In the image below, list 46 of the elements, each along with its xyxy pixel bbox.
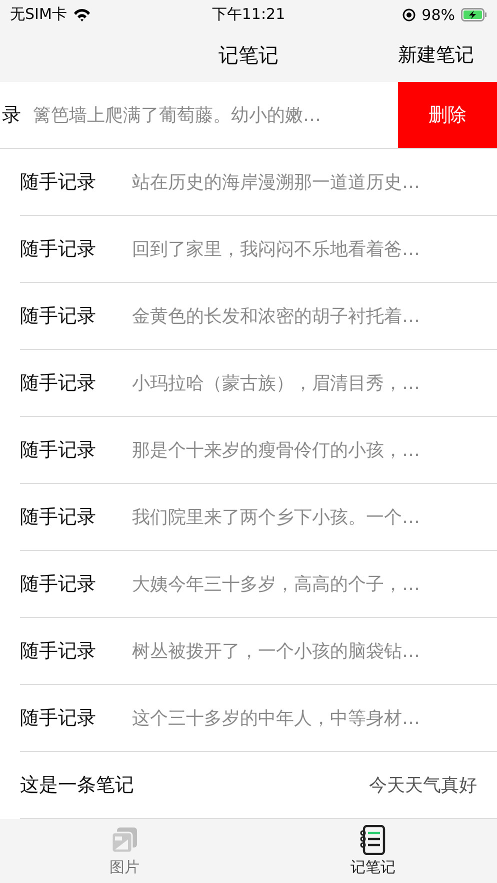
note-row[interactable]: 随手记录 大姨今年三十多岁，高高的个子，…	[20, 550, 497, 617]
note-row[interactable]: 随手记录 我们院里来了两个乡下小孩。一个…	[20, 484, 497, 550]
note-preview: 小玛拉哈（蒙古族），眉清目秀，…	[132, 372, 420, 395]
wifi-icon	[72, 8, 91, 22]
photos-icon	[110, 824, 138, 855]
note-title: 随手记录	[20, 438, 96, 463]
note-preview: 今天天气真好	[369, 774, 477, 797]
note-row[interactable]: 这是一条笔记 今天天气真好	[20, 752, 497, 818]
notebook-icon	[359, 824, 386, 855]
rotation-lock-icon	[402, 8, 416, 22]
note-title: 随手记录	[20, 304, 96, 329]
battery-icon	[461, 8, 487, 22]
carrier-label: 无SIM卡	[10, 5, 67, 24]
note-preview: 大姨今年三十多岁，高高的个子，…	[132, 572, 420, 596]
note-preview: 回到了家里，我闷闷不乐地看着爸…	[132, 238, 420, 261]
note-row[interactable]: 录 篱笆墙上爬满了葡萄藤。幼小的嫩…	[0, 82, 398, 148]
note-row[interactable]: 随手记录 站在历史的海岸漫溯那一道道历史…	[20, 148, 497, 215]
note-row[interactable]: 随手记录 小玛拉哈（蒙古族），眉清目秀，…	[20, 350, 497, 416]
note-title: 随手记录	[20, 236, 96, 262]
note-title: 随手记录	[20, 170, 96, 195]
note-preview: 站在历史的海岸漫溯那一道道历史…	[132, 170, 420, 194]
note-row[interactable]: 随手记录 树丛被拨开了，一个小孩的脑袋钻…	[20, 618, 497, 684]
status-time: 下午11:21	[212, 5, 286, 24]
note-row[interactable]: 随手记录 金黄色的长发和浓密的胡子衬托着…	[20, 282, 497, 349]
note-preview: 篱笆墙上爬满了葡萄藤。幼小的嫩…	[33, 104, 321, 127]
note-preview: 我们院里来了两个乡下小孩。一个…	[132, 506, 420, 529]
note-title: 录	[2, 102, 21, 128]
note-title: 随手记录	[20, 370, 96, 396]
note-preview: 树丛被拨开了，一个小孩的脑袋钻…	[132, 640, 420, 663]
page-title: 记笔记	[218, 42, 278, 69]
note-preview: 金黄色的长发和浓密的胡子衬托着…	[132, 304, 420, 328]
new-note-button[interactable]: 新建笔记	[398, 42, 474, 68]
note-title: 随手记录	[20, 638, 96, 664]
note-title: 随手记录	[20, 572, 96, 597]
note-row[interactable]: 随手记录 这个三十多岁的中年人，中等身材…	[20, 684, 497, 751]
note-title: 随手记录	[20, 706, 96, 731]
battery-percent: 98%	[422, 6, 455, 24]
note-title: 这是一条笔记	[20, 772, 134, 798]
note-row[interactable]: 随手记录 回到了家里，我闷闷不乐地看着爸…	[20, 216, 497, 282]
note-title: 随手记录	[20, 504, 96, 530]
note-preview: 这个三十多岁的中年人，中等身材…	[132, 706, 420, 730]
note-row[interactable]: 随手记录 那是个十来岁的瘦骨伶仃的小孩，…	[20, 416, 497, 483]
note-preview: 那是个十来岁的瘦骨伶仃的小孩，…	[132, 438, 420, 462]
tab[interactable]: 图片	[0, 818, 248, 883]
delete-button[interactable]: 删除	[398, 82, 497, 148]
tab[interactable]: 记笔记	[248, 818, 497, 883]
